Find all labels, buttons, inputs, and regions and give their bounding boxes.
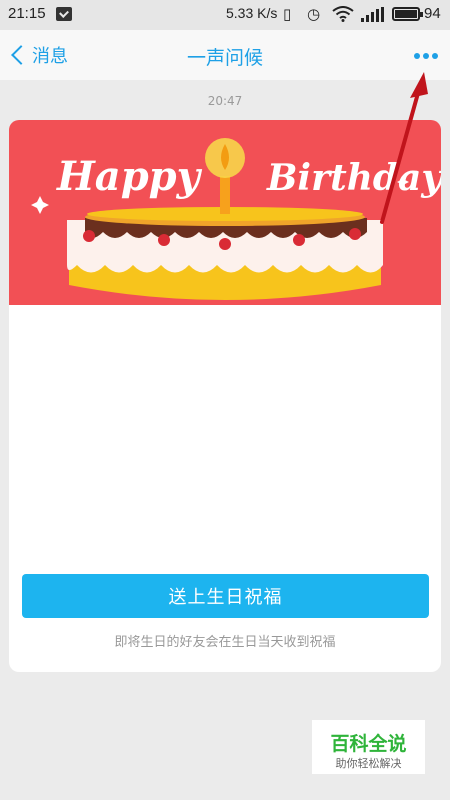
signal-icon (361, 7, 384, 22)
battery-icon (392, 7, 423, 21)
page-title: 一声问候 (186, 47, 263, 69)
watermark-logo: 百科全说 助你轻松解决 (312, 720, 425, 774)
battery-level: 94 (424, 5, 441, 22)
vibrate-icon: ▯ (283, 5, 292, 23)
message-icon (56, 7, 72, 21)
watermark-title: 百科全说 (330, 733, 407, 755)
svg-text:Birthday: Birthday (266, 157, 441, 199)
birthday-note: 即将生日的好友会在生日当天收到祝福 (114, 635, 336, 650)
network-speed: 5.33 K/s (226, 5, 278, 21)
message-timestamp: 20:47 (207, 94, 243, 108)
watermark-subtitle: 助你轻松解决 (335, 757, 402, 770)
alarm-icon: ◷ (307, 5, 321, 23)
birthday-card: Happy Birthday 送上生日祝福 即将生日的好友会在生日当天收到祝福 (9, 120, 441, 672)
more-dots-icon[interactable] (414, 53, 438, 59)
nav-bar: 消息 一声问候 (0, 30, 450, 80)
status-bar: 21:15 5.33 K/s ▯ ◷ 94 (0, 0, 450, 30)
birthday-banner-image: Happy Birthday (9, 120, 441, 305)
status-time: 21:15 (8, 5, 46, 22)
svg-text:Happy: Happy (56, 153, 203, 200)
wifi-icon (332, 6, 354, 22)
send-birthday-wish-button[interactable]: 送上生日祝福 (22, 574, 429, 618)
